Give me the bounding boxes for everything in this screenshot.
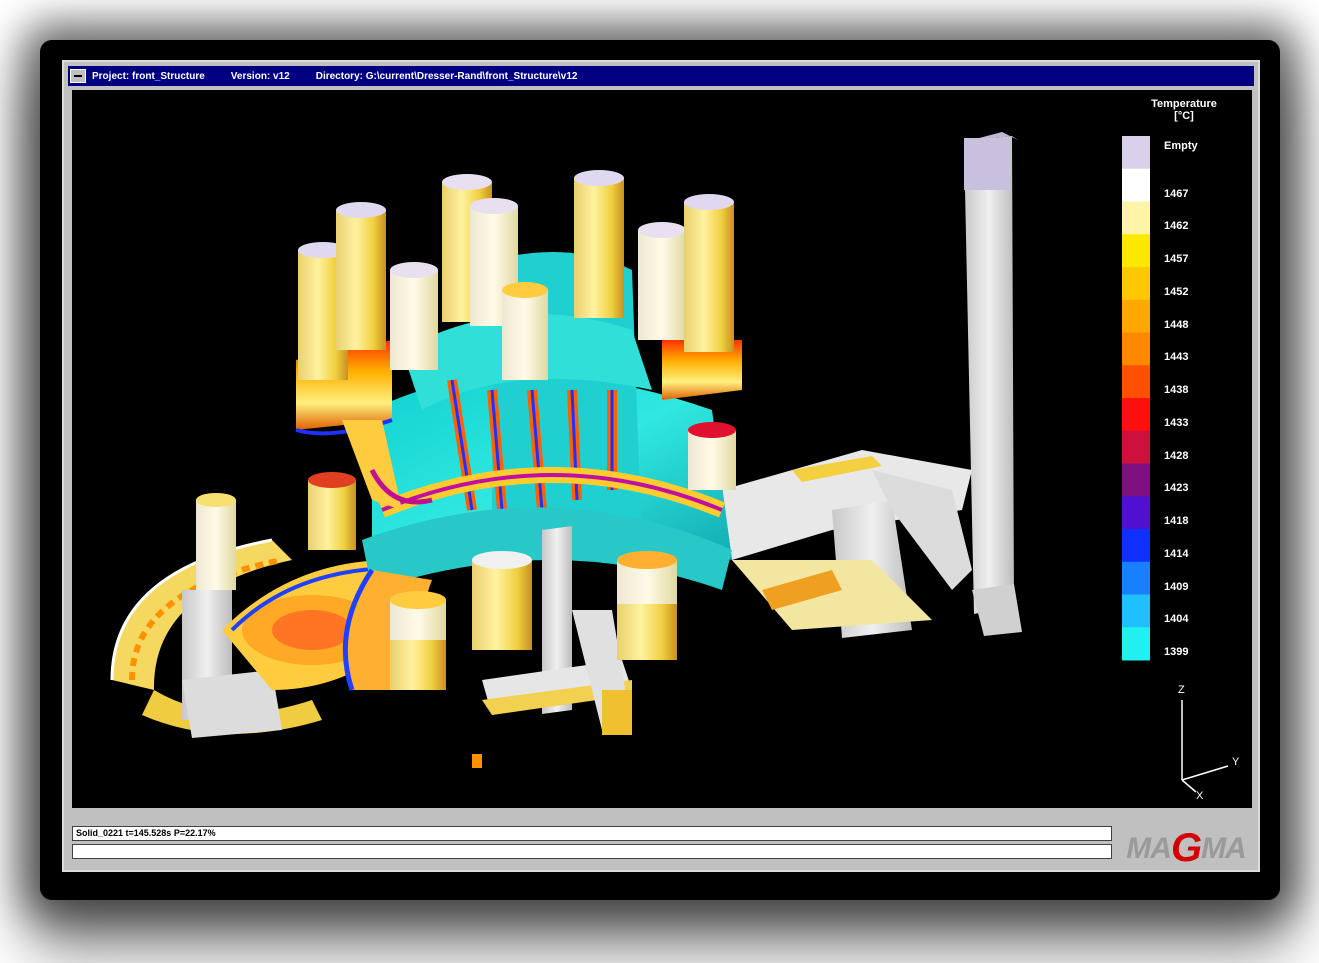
magma-logo: MA G MA [1116, 822, 1256, 870]
axis-triad-icon [1181, 700, 1229, 793]
legend-swatch-1 [1122, 168, 1150, 202]
title-bar[interactable]: Project: front_Structure Version: v12 Di… [68, 66, 1254, 86]
casting-render [110, 132, 1229, 793]
app-window: Project: front_Structure Version: v12 Di… [62, 60, 1260, 872]
legend-title-unit: [°C] [1174, 110, 1194, 122]
logo-text-g: G [1170, 826, 1202, 870]
legend-title-main: Temperature [1151, 98, 1217, 110]
legend-label-9: 1428 [1164, 449, 1189, 462]
legend-swatch-5 [1122, 299, 1150, 333]
legend-label-2: 1462 [1164, 220, 1189, 233]
legend-swatch-7 [1122, 365, 1150, 399]
system-menu-icon[interactable] [70, 69, 86, 83]
legend-swatch-0 [1122, 136, 1150, 170]
right-runners [722, 450, 972, 638]
legend-label-11: 1418 [1164, 515, 1189, 527]
legend-label-5: 1448 [1164, 318, 1189, 331]
legend-title: Temperature [°C] [1134, 98, 1234, 122]
legend-swatch-13 [1122, 561, 1150, 595]
axis-y-label: Y [1232, 756, 1240, 768]
legend-swatch-10 [1122, 463, 1150, 497]
axis-x-label: X [1196, 790, 1204, 802]
directory-label: Directory: G:\current\Dresser-Rand\front… [315, 70, 578, 82]
status-line-1[interactable]: Solid_0221 t=145.528s P=22.17% [72, 826, 1112, 841]
legend-label-8: 1433 [1164, 416, 1189, 429]
legend-swatch-8 [1122, 398, 1150, 432]
legend-color-bar [1122, 136, 1150, 661]
legend-swatch-15 [1122, 627, 1150, 661]
legend-swatch-3 [1122, 234, 1150, 268]
tall-column [964, 132, 1022, 636]
version-label: Version: v12 [230, 70, 290, 82]
legend-label-10: 1423 [1164, 482, 1189, 495]
legend-label-0: Empty [1164, 140, 1198, 152]
project-label: Project: front_Structure [92, 70, 205, 82]
legend-swatch-11 [1122, 496, 1150, 530]
legend-swatch-9 [1122, 430, 1150, 464]
legend-label-6: 1443 [1164, 351, 1189, 364]
legend-swatch-4 [1122, 267, 1150, 301]
legend-label-4: 1452 [1164, 285, 1189, 298]
legend-swatch-2 [1122, 201, 1150, 235]
legend-label-15: 1399 [1164, 646, 1189, 658]
small-fragment [472, 754, 482, 768]
status-line-2[interactable] [72, 844, 1112, 859]
logo-text-post: MA [1201, 832, 1247, 865]
legend-label-14: 1404 [1164, 613, 1189, 626]
legend-label-3: 1457 [1164, 253, 1189, 265]
legend-label-13: 1409 [1164, 580, 1189, 593]
3d-viewport[interactable]: Temperature [°C] Empty 1467 1462 1457 1452 14… [72, 90, 1252, 808]
legend-label-7: 1438 [1164, 384, 1189, 396]
legend-swatch-12 [1122, 529, 1150, 563]
legend-label-1: 1467 [1164, 187, 1189, 200]
legend-swatch-6 [1122, 332, 1150, 366]
logo-text-pre: MA [1126, 832, 1172, 865]
status-panel: Solid_0221 t=145.528s P=22.17% [72, 826, 1114, 862]
legend-label-12: 1414 [1164, 547, 1189, 560]
legend-swatch-14 [1122, 594, 1150, 628]
axis-z-label: Z [1178, 684, 1185, 696]
